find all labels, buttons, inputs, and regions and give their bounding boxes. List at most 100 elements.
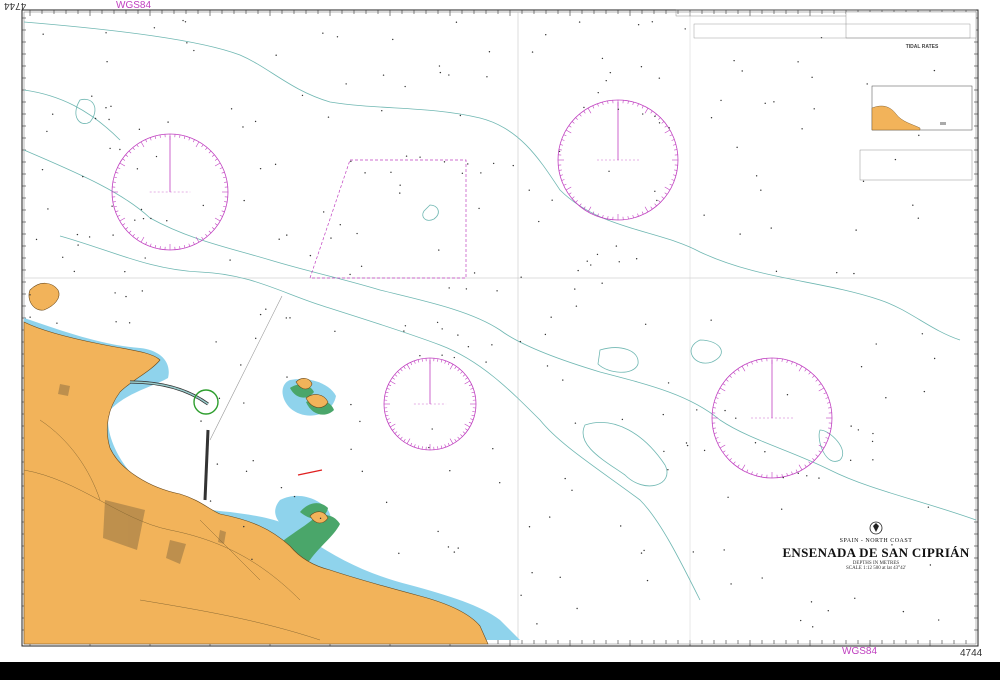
sounding-mark <box>255 338 256 339</box>
sounding-mark <box>47 208 48 209</box>
sounding-mark <box>74 271 75 272</box>
sounding-mark <box>638 24 639 25</box>
sounding-mark <box>549 516 550 517</box>
sounding-mark <box>444 161 445 162</box>
sounding-mark <box>742 70 743 71</box>
sounding-mark <box>486 76 487 77</box>
sounding-mark <box>730 583 731 584</box>
sounding-mark <box>704 450 705 451</box>
sounding-mark <box>863 181 864 182</box>
sounding-mark <box>260 168 261 169</box>
sounding-mark <box>876 343 877 344</box>
sounding-mark <box>577 270 578 271</box>
sounding-mark <box>918 135 919 136</box>
sounding-mark <box>428 447 429 448</box>
sounding-mark <box>812 626 813 627</box>
sounding-mark <box>895 159 896 160</box>
sounding-mark <box>636 258 637 259</box>
sounding-mark <box>166 220 167 221</box>
sounding-mark <box>663 414 664 415</box>
sounding-mark <box>668 382 669 383</box>
sounding-mark <box>432 428 433 429</box>
sounding-mark <box>456 22 457 23</box>
sounding-mark <box>912 204 913 205</box>
sounding-mark <box>711 117 712 118</box>
sounding-mark <box>129 322 130 323</box>
sounding-mark <box>642 113 643 114</box>
sounding-mark <box>109 148 110 149</box>
sounding-mark <box>246 471 247 472</box>
sounding-mark <box>302 95 303 96</box>
sounding-mark <box>29 316 30 317</box>
sounding-mark <box>551 199 552 200</box>
sounding-mark <box>119 149 120 150</box>
sounding-mark <box>111 206 112 207</box>
sounding-mark <box>776 271 777 272</box>
sounding-mark <box>703 214 704 215</box>
sounding-mark <box>765 103 766 104</box>
sounding-mark <box>156 156 157 157</box>
sounding-mark <box>141 209 142 210</box>
sounding-mark <box>458 547 459 548</box>
sounding-mark <box>872 433 873 434</box>
chart-title-block: SPAIN - NORTH COAST ENSENADA DE SAN CIPR… <box>776 520 976 571</box>
sounding-mark <box>564 478 565 479</box>
sounding-mark <box>828 610 829 611</box>
sounding-mark <box>404 86 405 87</box>
sounding-mark <box>124 271 125 272</box>
sounding-mark <box>710 319 711 320</box>
sounding-mark <box>82 176 83 177</box>
sounding-mark <box>275 164 276 165</box>
sounding-mark <box>903 611 904 612</box>
sounding-mark <box>150 218 151 219</box>
sounding-mark <box>437 531 438 532</box>
sounding-mark <box>801 128 802 129</box>
sounding-mark <box>922 333 923 334</box>
sounding-mark <box>850 460 851 461</box>
sounding-mark <box>723 549 724 550</box>
sounding-mark <box>781 509 782 510</box>
sounding-mark <box>56 322 57 323</box>
sounding-mark <box>872 459 873 460</box>
sounding-mark <box>52 114 53 115</box>
sounding-mark <box>437 322 438 323</box>
sounding-mark <box>328 116 329 117</box>
sounding-mark <box>597 254 598 255</box>
sounding-mark <box>106 61 107 62</box>
chart-number-top: 4744 <box>4 0 26 11</box>
sounding-mark <box>656 200 657 201</box>
sounding-mark <box>574 288 575 289</box>
sounding-mark <box>663 451 664 452</box>
sounding-mark <box>186 42 187 43</box>
sounding-mark <box>182 20 183 21</box>
sounding-mark <box>735 418 736 419</box>
sounding-mark <box>29 294 30 295</box>
sounding-mark <box>240 364 241 365</box>
sounding-mark <box>872 441 873 442</box>
sounding-mark <box>736 147 737 148</box>
sounding-mark <box>460 115 461 116</box>
sounding-mark <box>203 205 204 206</box>
sounding-mark <box>449 470 450 471</box>
sounding-mark <box>562 379 563 380</box>
sounding-mark <box>381 110 382 111</box>
sounding-mark <box>193 50 194 51</box>
sounding-mark <box>42 34 43 35</box>
sounding-mark <box>622 419 623 420</box>
sounding-mark <box>364 172 365 173</box>
sounding-mark <box>485 361 486 362</box>
sounding-mark <box>125 296 126 297</box>
sounding-mark <box>229 259 230 260</box>
sounding-mark <box>645 324 646 325</box>
sounding-mark <box>255 121 256 122</box>
sounding-mark <box>620 525 621 526</box>
sounding-mark <box>798 473 799 474</box>
sounding-mark <box>616 245 617 246</box>
sounding-mark <box>154 27 155 28</box>
sounding-mark <box>764 451 765 452</box>
sounding-mark <box>532 51 533 52</box>
sounding-mark <box>114 292 115 293</box>
sounding-mark <box>403 330 404 331</box>
sounding-mark <box>855 229 856 230</box>
sounding-mark <box>361 266 362 267</box>
